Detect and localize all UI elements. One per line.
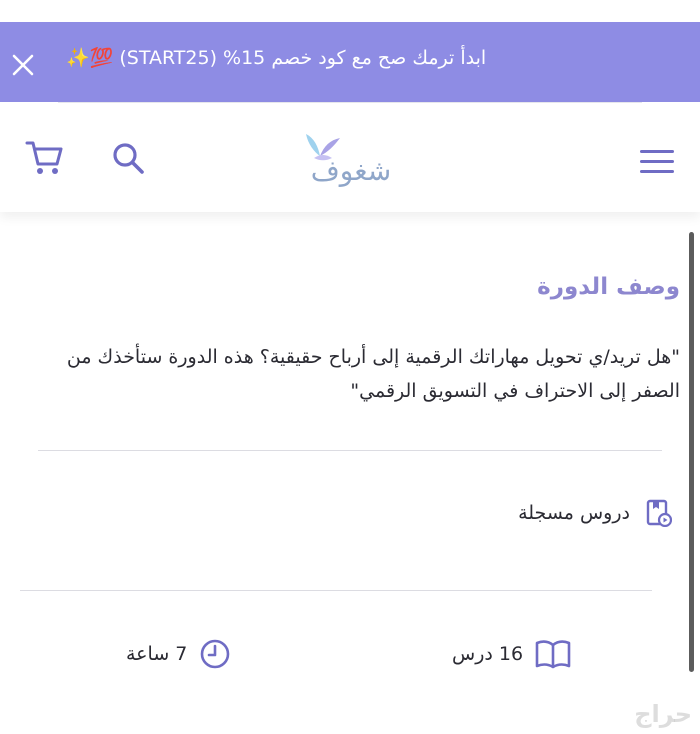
site-logo[interactable]: شغوف <box>296 124 406 196</box>
duration-hours: 7 ساعة <box>126 643 188 665</box>
lessons-count-stat: 16 درس <box>452 636 571 672</box>
close-icon[interactable] <box>10 52 36 78</box>
course-details: وصف الدورة "هل تريد/ي تحويل مهاراتك الرق… <box>0 212 700 734</box>
logo-text: شغوف <box>310 154 392 187</box>
site-header: شغوف <box>0 102 700 212</box>
recorded-lessons-row: دروس مسجلة <box>518 498 672 528</box>
recorded-video-icon <box>646 499 672 527</box>
status-strip <box>0 0 700 22</box>
watermark: حراج <box>634 700 692 728</box>
hamburger-menu-icon[interactable] <box>638 148 676 176</box>
scrollbar[interactable] <box>689 232 694 672</box>
duration-stat: 7 ساعة <box>126 636 231 672</box>
divider <box>20 590 652 591</box>
book-icon <box>535 640 571 669</box>
promo-banner: ابدأ ترمك صح مع كود خصم 15% (START25) 💯✨ <box>0 22 700 102</box>
header-divider <box>58 102 642 103</box>
course-description: "هل تريد/ي تحويل مهاراتك الرقمية إلى أرب… <box>66 346 680 402</box>
cart-icon[interactable] <box>24 138 64 178</box>
promo-text: ابدأ ترمك صح مع كود خصم 15% (START25) 💯✨ <box>66 46 487 69</box>
search-icon[interactable] <box>110 140 146 176</box>
lessons-count: 16 درس <box>452 643 524 665</box>
section-title: وصف الدورة <box>537 274 680 300</box>
recorded-lessons-label: دروس مسجلة <box>518 502 630 524</box>
clock-icon <box>201 639 230 669</box>
divider <box>38 450 662 451</box>
